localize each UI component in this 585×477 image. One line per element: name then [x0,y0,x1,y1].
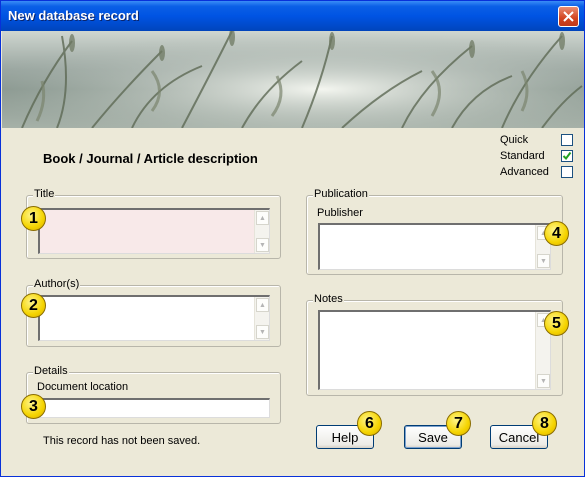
callout-badge-7: 7 [446,411,471,436]
publication-group: Publication Publisher ▲ ▼ [306,188,563,275]
advanced-label: Advanced [500,166,549,178]
publisher-field[interactable]: ▲ ▼ [318,223,551,270]
scroll-down-arrow-icon[interactable]: ▼ [256,238,269,252]
scroll-up-arrow-icon[interactable]: ▲ [256,211,269,225]
callout-badge-2: 2 [21,293,46,318]
callout-badge-6: 6 [357,411,382,436]
authors-legend: Author(s) [33,278,81,290]
quick-label: Quick [500,134,529,146]
help-button-label: Help [331,429,359,445]
callout-badge-8: 8 [532,411,557,436]
title-scrollbar[interactable]: ▲ ▼ [254,210,269,253]
save-status-text: This record has not been saved. [43,435,201,447]
close-button[interactable] [558,6,579,27]
callout-badge-5: 5 [544,311,569,336]
details-group: Details Document location [26,365,281,424]
title-field[interactable]: ▲ ▼ [38,208,270,254]
details-legend: Details [33,365,69,377]
title-group: Title ▲ ▼ [26,188,281,259]
banner-image [2,31,584,128]
description-heading: Book / Journal / Article description [43,151,258,166]
title-legend: Title [33,188,56,200]
notes-group: Notes ▲ ▼ [306,293,563,396]
callout-badge-3: 3 [21,394,46,419]
authors-field[interactable]: ▲ ▼ [38,295,270,341]
advanced-checkbox[interactable] [561,166,573,178]
scroll-down-arrow-icon[interactable]: ▼ [537,374,550,388]
authors-scrollbar[interactable]: ▲ ▼ [254,297,269,340]
standard-checkbox[interactable] [561,150,573,162]
form-panel: Book / Journal / Article description Qui… [2,128,584,476]
scroll-down-arrow-icon[interactable]: ▼ [537,254,550,268]
authors-group: Author(s) ▲ ▼ [26,278,281,347]
notes-field[interactable]: ▲ ▼ [318,310,551,390]
publication-legend: Publication [313,188,369,200]
checkmark-icon [562,151,572,161]
standard-label: Standard [500,150,545,162]
callout-badge-1: 1 [21,206,46,231]
cancel-button-label: Cancel [498,429,540,445]
callout-badge-4: 4 [544,221,569,246]
close-icon [563,11,574,22]
window-title: New database record [8,8,139,23]
grass-banner-illustration [2,31,584,128]
title-bar[interactable]: New database record [1,1,584,31]
notes-legend: Notes [313,293,344,305]
scroll-down-arrow-icon[interactable]: ▼ [256,325,269,339]
document-location-field[interactable] [38,398,270,418]
publisher-label: Publisher [317,207,363,219]
scroll-up-arrow-icon[interactable]: ▲ [256,298,269,312]
save-button-label: Save [418,429,448,445]
new-record-dialog: New database record Book / Journal / Art… [0,0,585,477]
quick-checkbox[interactable] [561,134,573,146]
document-location-label: Document location [37,381,129,393]
